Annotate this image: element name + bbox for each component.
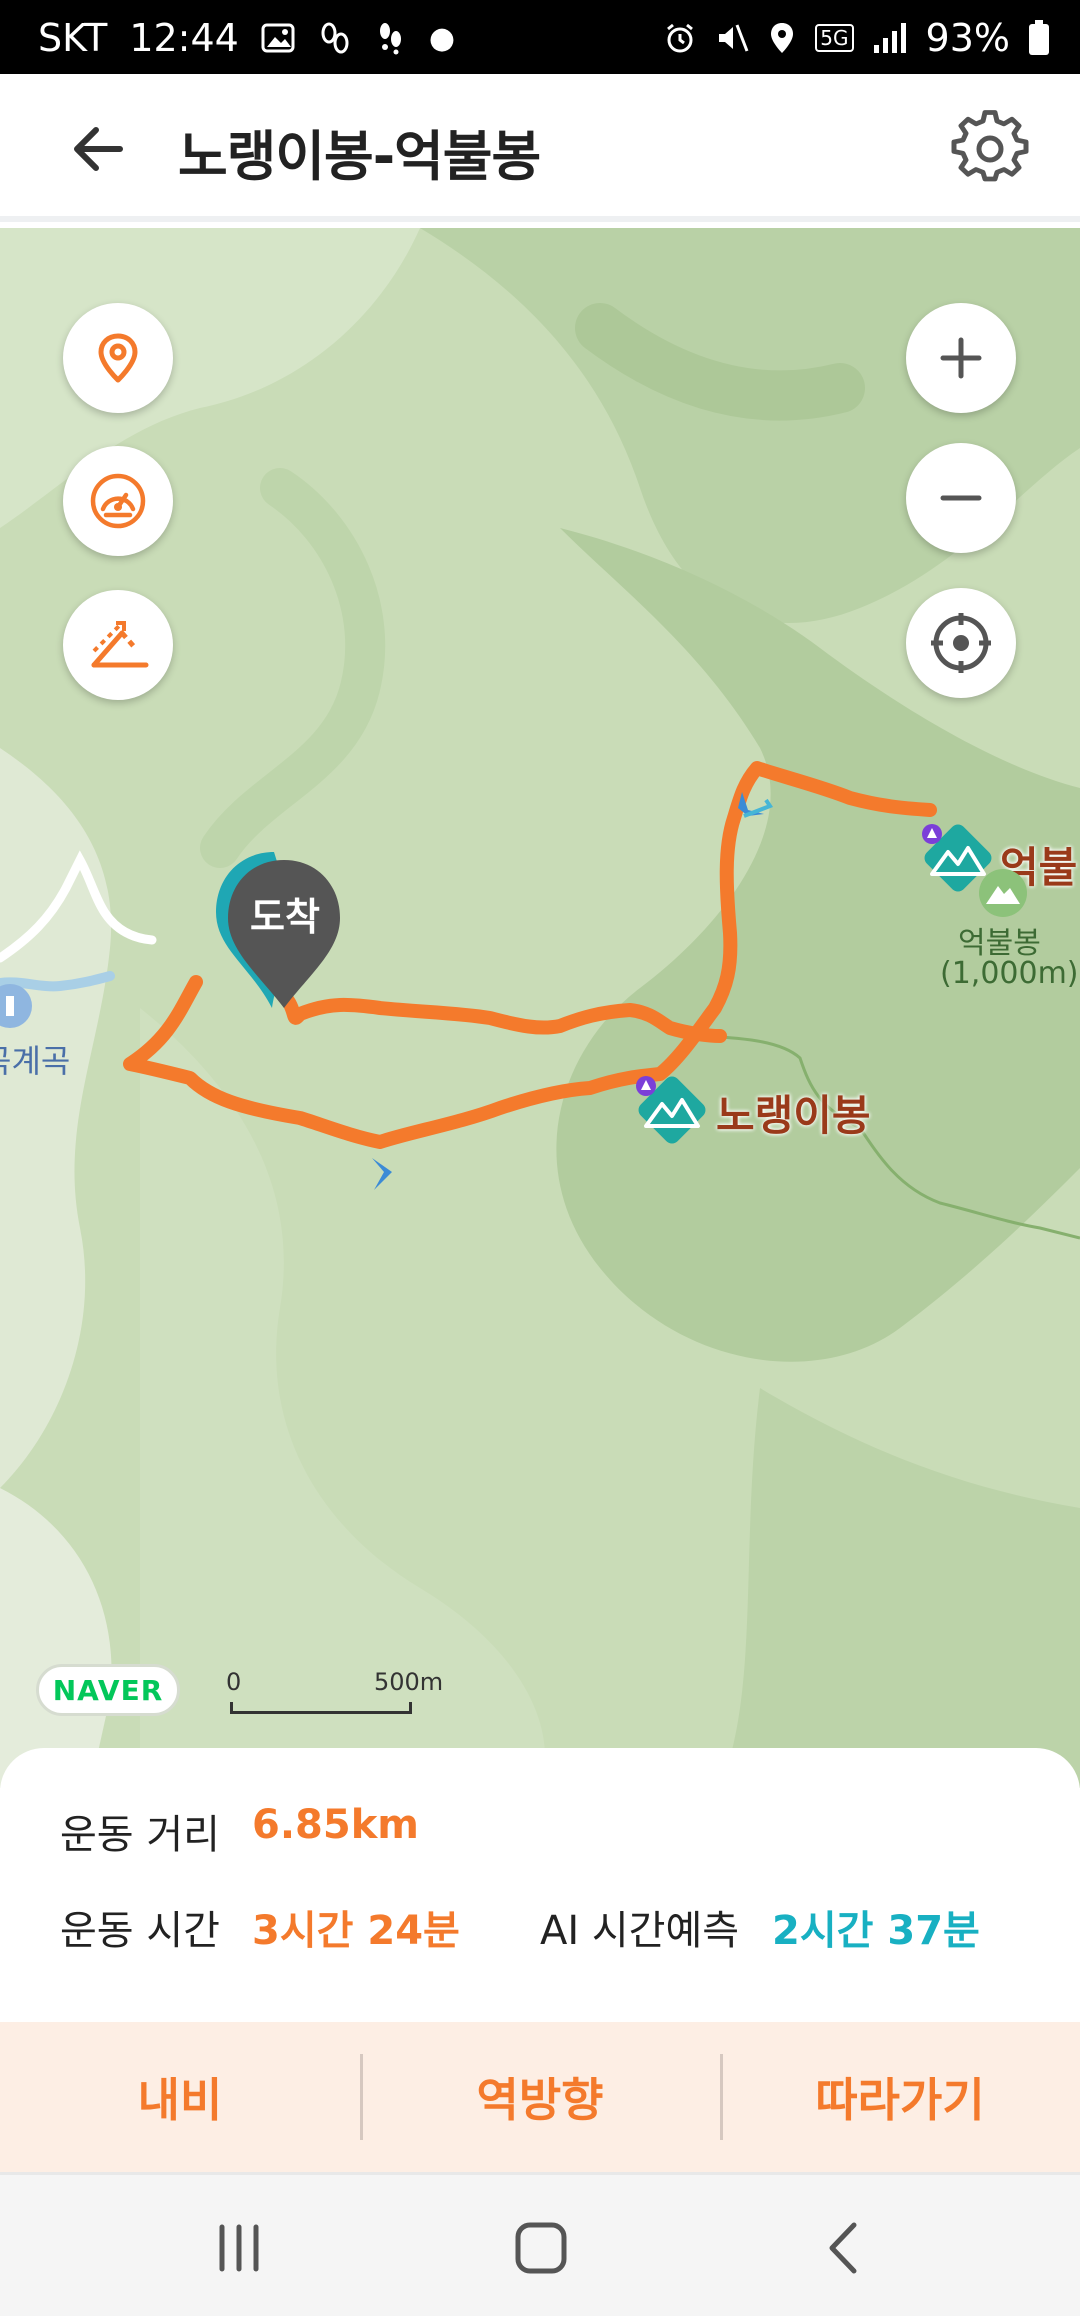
minus-icon xyxy=(940,495,982,501)
peak-label-noraengi: 노랭이봉 xyxy=(716,1091,871,1140)
network-type: 5G xyxy=(815,24,854,52)
nav-back-button[interactable] xyxy=(810,2217,880,2279)
crosshair-icon xyxy=(931,613,991,673)
mute-icon xyxy=(719,24,749,52)
reverse-button[interactable]: 역방향 xyxy=(360,2022,720,2172)
ai-estimate-label: AI 시간예측 xyxy=(540,1908,740,1954)
plus-icon xyxy=(940,337,982,379)
elevation-button[interactable] xyxy=(63,590,173,700)
map-pin-icon xyxy=(98,333,138,383)
stats-sheet: 운동 거리 6.85km 운동 시간 3시간 24분 AI 시간예측 2시간 3… xyxy=(0,1748,1080,2024)
scale-bar: 0 500m xyxy=(226,1668,446,1718)
zoom-out-button[interactable] xyxy=(906,443,1016,553)
arrival-pin-icon[interactable] xyxy=(214,852,354,1032)
navi-button[interactable]: 내비 xyxy=(0,2022,360,2172)
action-bar: 내비 역방향 따라가기 xyxy=(0,2022,1080,2172)
system-nav-bar xyxy=(0,2172,1080,2316)
arrow-left-icon xyxy=(74,127,123,171)
peak-height-eokbul: (1,000m) xyxy=(940,956,1079,991)
exercise-time-value: 3시간 24분 xyxy=(252,1908,460,1954)
route-map[interactable]: 도착 노랭이봉 억불 억불봉 (1,000m) 곡계곡 xyxy=(0,228,1080,1788)
scale-zero-label: 0 xyxy=(226,1668,242,1696)
recents-button[interactable] xyxy=(204,2217,274,2279)
elevation-icon xyxy=(91,621,149,668)
app-header: 노랭이봉-억불봉 xyxy=(0,74,1080,222)
back-chevron-icon xyxy=(829,2222,857,2274)
gallery-icon xyxy=(261,23,295,53)
scale-line xyxy=(230,1702,412,1714)
naver-logo: NAVER xyxy=(36,1664,180,1716)
speed-button[interactable] xyxy=(63,446,173,556)
distance-value: 6.85km xyxy=(252,1802,419,1848)
distance-label: 운동 거리 xyxy=(60,1812,220,1858)
follow-button[interactable]: 따라가기 xyxy=(720,2022,1080,2172)
back-button[interactable] xyxy=(62,114,142,184)
zoom-in-button[interactable] xyxy=(906,303,1016,413)
page-title: 노랭이봉-억불봉 xyxy=(178,125,541,188)
settings-button[interactable] xyxy=(950,108,1030,188)
clock: 12:44 xyxy=(129,16,239,60)
exercise-time-label: 운동 시간 xyxy=(60,1908,220,1954)
home-icon xyxy=(515,2222,567,2274)
battery-icon xyxy=(1029,20,1049,55)
location-button[interactable] xyxy=(63,303,173,413)
gear-icon xyxy=(951,110,1029,182)
mountain-badge-icon xyxy=(979,869,1027,917)
valley-icon xyxy=(0,984,32,1028)
footprint-icon xyxy=(321,22,349,54)
valley-label: 곡계곡 xyxy=(0,1042,71,1080)
my-location-button[interactable] xyxy=(906,588,1016,698)
recents-icon xyxy=(219,2224,259,2272)
arrival-label: 도착 xyxy=(250,895,320,939)
status-bar: SKT 12:44 ● 5G 93% xyxy=(0,0,1080,74)
signal-icon xyxy=(873,23,906,53)
speedometer-icon xyxy=(90,473,146,529)
notification-dot-icon: ● xyxy=(428,20,456,56)
carrier-label: SKT xyxy=(38,16,108,60)
peak-marker-icon[interactable] xyxy=(632,1070,712,1150)
alarm-icon xyxy=(667,23,694,53)
battery-percent: 93% xyxy=(925,16,1010,60)
steps-icon xyxy=(379,23,401,55)
home-button[interactable] xyxy=(506,2217,576,2279)
scale-max-label: 500m xyxy=(374,1668,444,1696)
location-status-icon xyxy=(771,23,794,53)
ai-estimate-value: 2시간 37분 xyxy=(772,1908,980,1954)
